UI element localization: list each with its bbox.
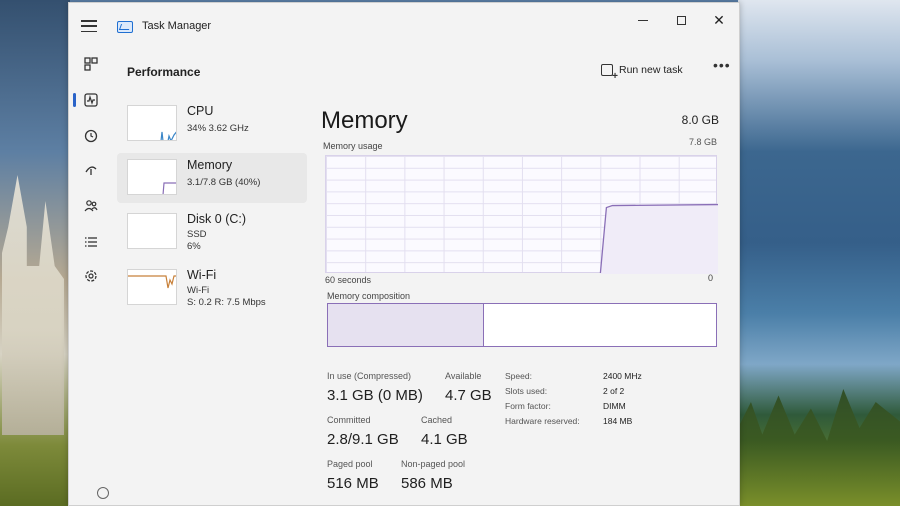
- device-disk[interactable]: Disk 0 (C:) SSD 6%: [117, 207, 307, 257]
- users-icon: [84, 200, 98, 212]
- committed-label: Committed: [327, 415, 371, 425]
- app-title: Task Manager: [142, 20, 212, 32]
- nav-startup-apps[interactable]: [77, 157, 105, 183]
- device-name: Memory: [187, 158, 233, 172]
- slots-used-value: 2 of 2: [603, 386, 625, 396]
- slots-used-label: Slots used:: [505, 386, 548, 396]
- form-factor-label: Form factor:: [505, 401, 551, 411]
- services-icon: [85, 270, 97, 282]
- nav-app-history[interactable]: [77, 123, 105, 149]
- memory-usage-area: [600, 204, 718, 274]
- committed-value: 2.8/9.1 GB: [327, 431, 399, 448]
- minimize-button[interactable]: [625, 9, 661, 31]
- task-manager-icon: [117, 21, 133, 33]
- details-icon: [85, 237, 97, 247]
- in-use-label: In use (Compressed): [327, 371, 412, 381]
- device-detail: S: 0.2 R: 7.5 Mbps: [187, 297, 266, 308]
- performance-icon: [84, 93, 98, 107]
- form-factor-value: DIMM: [603, 401, 626, 411]
- nav-users[interactable]: [77, 193, 105, 219]
- memory-thumbnail: [127, 159, 177, 195]
- nav-processes[interactable]: [77, 51, 105, 77]
- paged-pool-label: Paged pool: [327, 459, 373, 469]
- device-detail: 3.1/7.8 GB (40%): [187, 177, 261, 188]
- wifi-thumbnail: [127, 269, 177, 305]
- memory-panel: Memory 8.0 GB Memory usage 7.8 GB 60 sec…: [319, 95, 719, 506]
- memory-composition-in-use: [328, 304, 485, 346]
- graph-time-end: 0: [707, 273, 713, 283]
- device-detail: 34% 3.62 GHz: [187, 123, 249, 134]
- cpu-thumbnail: [127, 105, 177, 141]
- memory-usage-graph: [325, 155, 718, 274]
- device-name: Disk 0 (C:): [187, 212, 247, 226]
- memory-composition-label: Memory composition: [327, 291, 411, 301]
- graph-time-start: 60 seconds: [325, 275, 372, 285]
- device-detail: Wi-Fi: [187, 285, 210, 296]
- run-task-icon: [601, 64, 618, 82]
- run-new-task-button[interactable]: Run new task: [601, 59, 683, 82]
- non-paged-pool-label: Non-paged pool: [401, 459, 466, 469]
- title-bar: Task Manager ✕: [69, 3, 739, 49]
- memory-usage-max: 7.8 GB: [688, 137, 717, 147]
- task-manager-window: Task Manager ✕ Performance + Run new tas…: [68, 2, 740, 506]
- cached-label: Cached: [421, 415, 453, 425]
- memory-total: 8.0 GB: [681, 113, 719, 127]
- device-list: CPU 34% 3.62 GHz Memory 3.1/7.8 GB (40%)…: [117, 95, 307, 506]
- device-name: Wi-Fi: [187, 268, 217, 282]
- device-wifi[interactable]: Wi-Fi Wi-Fi S: 0.2 R: 7.5 Mbps: [117, 263, 307, 313]
- device-memory[interactable]: Memory 3.1/7.8 GB (40%): [117, 153, 307, 203]
- device-name: CPU: [187, 104, 214, 118]
- in-use-value: 3.1 GB (0 MB): [327, 387, 423, 404]
- performance-header: Performance Run new task •••: [115, 49, 741, 95]
- processes-icon: [84, 57, 98, 71]
- startup-apps-icon: [85, 166, 97, 175]
- disk-thumbnail: [127, 213, 177, 249]
- nav-details[interactable]: [77, 229, 105, 255]
- maximize-button[interactable]: [663, 9, 699, 31]
- cached-value: 4.1 GB: [421, 431, 468, 448]
- side-nav: [69, 49, 115, 506]
- maximize-icon: [676, 15, 686, 25]
- settings-icon[interactable]: [97, 487, 109, 499]
- memory-composition-bar: [327, 303, 717, 347]
- close-icon: ✕: [713, 12, 725, 28]
- hardware-reserved-value: 184 MB: [603, 416, 633, 426]
- device-detail: 6%: [187, 241, 201, 252]
- close-button[interactable]: ✕: [701, 9, 737, 31]
- run-new-task-label: Run new task: [619, 64, 683, 76]
- device-cpu[interactable]: CPU 34% 3.62 GHz: [117, 99, 307, 149]
- page-title: Performance: [127, 65, 201, 79]
- memory-usage-label: Memory usage: [323, 141, 383, 151]
- hardware-reserved-label: Hardware reserved:: [505, 416, 580, 426]
- paged-pool-value: 516 MB: [327, 475, 379, 492]
- available-label: Available: [445, 371, 482, 381]
- speed-value: 2400 MHz: [603, 371, 642, 381]
- more-options-button[interactable]: •••: [713, 57, 731, 73]
- non-paged-pool-value: 586 MB: [401, 475, 453, 492]
- app-history-icon: [84, 129, 98, 143]
- speed-label: Speed:: [505, 371, 532, 381]
- minimize-icon: [638, 19, 648, 21]
- memory-title: Memory: [321, 107, 408, 134]
- nav-performance[interactable]: [73, 87, 105, 113]
- hamburger-menu-icon[interactable]: [81, 20, 97, 32]
- nav-services[interactable]: [77, 263, 105, 289]
- device-detail: SSD: [187, 229, 207, 240]
- available-value: 4.7 GB: [445, 387, 492, 404]
